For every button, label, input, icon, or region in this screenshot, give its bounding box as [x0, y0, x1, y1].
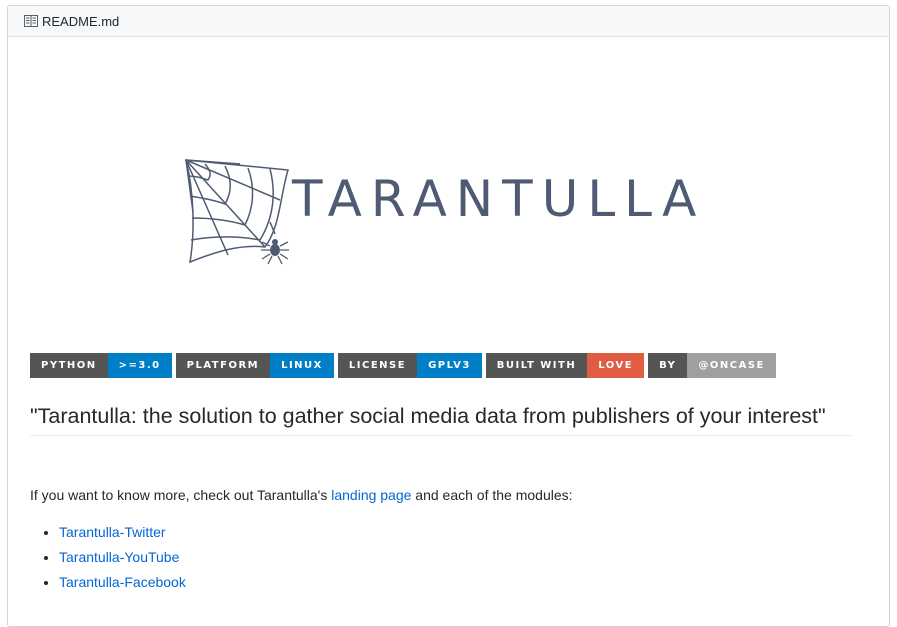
module-link-twitter[interactable]: Tarantulla-Twitter: [59, 524, 166, 540]
badge-license[interactable]: LICENSE GPLV3: [337, 353, 482, 378]
intro-paragraph: If you want to know more, check out Tara…: [30, 487, 573, 503]
badge-key: BUILT WITH: [485, 353, 588, 378]
logo-text: TARANTULLA: [292, 170, 706, 228]
badge-python[interactable]: PYTHON >=3.0: [30, 353, 172, 378]
list-item: Tarantulla-YouTube: [59, 545, 186, 570]
badge-key: PLATFORM: [175, 353, 271, 378]
list-item: Tarantulla-Facebook: [59, 570, 186, 595]
readme-header: README.md: [8, 6, 889, 37]
readme-heading: "Tarantulla: the solution to gather soci…: [30, 403, 852, 436]
badge-by[interactable]: BY @ONCASE: [648, 353, 776, 378]
badge-value: LOVE: [587, 353, 645, 378]
badge-value: >=3.0: [107, 353, 172, 378]
file-name: README.md: [42, 13, 120, 29]
badge-built-with[interactable]: BUILT WITH LOVE: [485, 353, 645, 378]
badge-value: LINUX: [270, 353, 334, 378]
intro-text-after: and each of the modules:: [411, 487, 573, 503]
landing-page-link[interactable]: landing page: [331, 487, 411, 503]
badge-key: LICENSE: [337, 353, 418, 378]
module-list: Tarantulla-Twitter Tarantulla-YouTube Ta…: [30, 520, 186, 595]
spider-web-icon: [185, 159, 289, 265]
module-link-youtube[interactable]: Tarantulla-YouTube: [59, 549, 179, 565]
badge-key: BY: [648, 353, 688, 378]
badge-row: PYTHON >=3.0 PLATFORM LINUX LICENSE GPLV…: [30, 353, 776, 378]
tarantulla-logo: TARANTULLA: [170, 150, 730, 275]
list-item: Tarantulla-Twitter: [59, 520, 186, 545]
badge-platform[interactable]: PLATFORM LINUX: [175, 353, 334, 378]
module-link-facebook[interactable]: Tarantulla-Facebook: [59, 574, 186, 590]
badge-key: PYTHON: [30, 353, 108, 378]
badge-value: GPLV3: [417, 353, 482, 378]
intro-text-before: If you want to know more, check out Tara…: [30, 487, 332, 503]
badge-value: @ONCASE: [687, 353, 776, 378]
book-icon: [24, 15, 38, 27]
